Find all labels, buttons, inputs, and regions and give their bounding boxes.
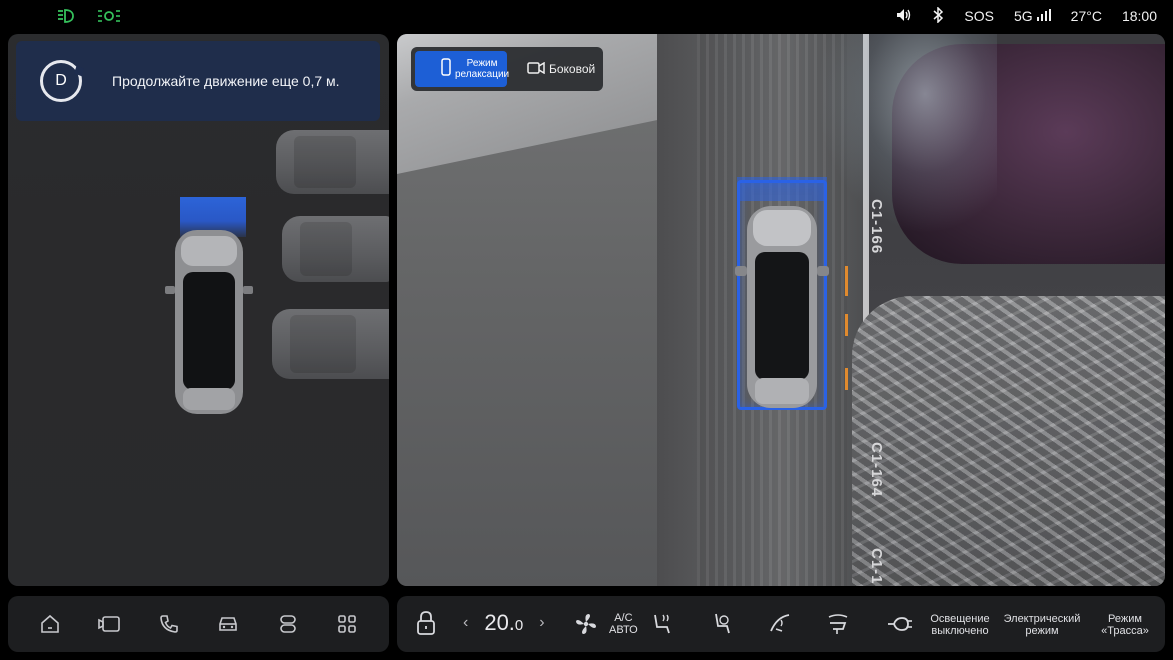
side-view-label: Боковой <box>549 62 596 76</box>
neighbor-car-gray <box>852 296 1165 586</box>
ego-car <box>165 230 253 414</box>
parked-car <box>276 130 389 194</box>
track-mode-button[interactable]: Режим «Трасса» <box>1093 613 1157 637</box>
track-line2: «Трасса» <box>1101 625 1149 637</box>
track-line1: Режим <box>1108 613 1142 625</box>
sos-label[interactable]: SOS <box>964 8 994 24</box>
media-icon[interactable] <box>95 610 123 638</box>
network-label: 5G <box>1013 8 1033 24</box>
ego-car-camera <box>735 206 829 408</box>
parking-instruction-banner: D Продолжайте движение еще 0,7 м. <box>16 41 380 121</box>
parked-car <box>272 309 389 379</box>
seat-vent-icon[interactable] <box>825 611 851 642</box>
signal-icon <box>1036 8 1051 24</box>
temperature-whole: 20. <box>484 610 515 635</box>
seat-heat-icon[interactable] <box>649 611 675 642</box>
temperature-decimal: 0 <box>514 617 524 634</box>
relax-mode-label-line1: Режим <box>466 58 498 69</box>
parking-light-icon <box>96 7 122 30</box>
charge-port-icon[interactable] <box>885 611 913 642</box>
bay-label: C1-164 <box>868 442 885 498</box>
instruction-text: Продолжайте движение еще 0,7 м. <box>112 73 340 89</box>
lighting-line1: Освещение <box>930 613 990 625</box>
relax-mode-button[interactable]: Режим релаксации <box>415 51 510 87</box>
temp-down-button[interactable]: ‹ <box>463 614 468 632</box>
electric-line2: режим <box>1025 625 1059 637</box>
lock-icon[interactable] <box>415 610 437 641</box>
temperature-control: ‹ 20.0 › <box>463 610 545 636</box>
clock: 18:00 <box>1121 8 1157 24</box>
relax-mode-label-line2: релаксации <box>455 69 510 80</box>
temp-up-button[interactable]: › <box>539 614 544 632</box>
temperature-value: 20.0 <box>484 610 523 636</box>
camera-view-panel: C1-166 C1-164 C1-1 Режим релаксации Боко… <box>397 34 1165 586</box>
headlight-icon <box>56 7 78 30</box>
guide-line <box>845 314 848 336</box>
network-indicator: 5G <box>1014 8 1051 24</box>
light-flare <box>817 34 997 234</box>
phone-icon[interactable] <box>155 610 183 638</box>
parking-overview-panel: D Продолжайте движение еще 0,7 м. <box>8 34 389 586</box>
gear-indicator: D <box>40 60 82 102</box>
bluetooth-icon[interactable] <box>932 5 944 26</box>
guide-line <box>845 368 848 390</box>
parked-car <box>282 216 389 282</box>
apps-icon[interactable] <box>333 610 361 638</box>
bay-label: C1-1 <box>868 548 885 585</box>
home-icon[interactable] <box>36 610 64 638</box>
climate-dock: ‹ 20.0 › A/C АВТО Освещение выключено Эл… <box>397 596 1165 652</box>
app-dock <box>8 596 389 652</box>
outside-temperature: 27°C <box>1070 8 1102 24</box>
guide-line <box>845 266 848 296</box>
status-bar: SOS 5G 27°C 18:00 <box>0 0 1173 32</box>
phone-device-icon <box>441 57 451 81</box>
car-icon[interactable] <box>214 610 242 638</box>
ac-label-line2: АВТО <box>609 624 638 636</box>
electric-line1: Электрический <box>1003 613 1081 625</box>
lighting-status-button[interactable]: Освещение выключено <box>925 613 995 637</box>
ac-auto-button[interactable]: A/C АВТО <box>609 612 638 636</box>
camera-icon <box>527 61 545 77</box>
electric-mode-button[interactable]: Электрический режим <box>999 613 1085 637</box>
toggle-icon[interactable] <box>274 610 302 638</box>
camera-mode-switch: Режим релаксации Боковой <box>411 47 603 91</box>
side-view-button[interactable]: Боковой <box>513 51 599 87</box>
steering-heat-icon[interactable] <box>767 611 793 642</box>
seat-massage-icon[interactable] <box>708 611 734 642</box>
ac-label-line1: A/C <box>614 612 633 624</box>
fan-icon[interactable] <box>573 611 599 642</box>
lighting-line2: выключено <box>931 625 989 637</box>
bay-label: C1-166 <box>868 199 885 255</box>
gear-label: D <box>55 72 67 89</box>
volume-icon[interactable] <box>896 8 912 25</box>
